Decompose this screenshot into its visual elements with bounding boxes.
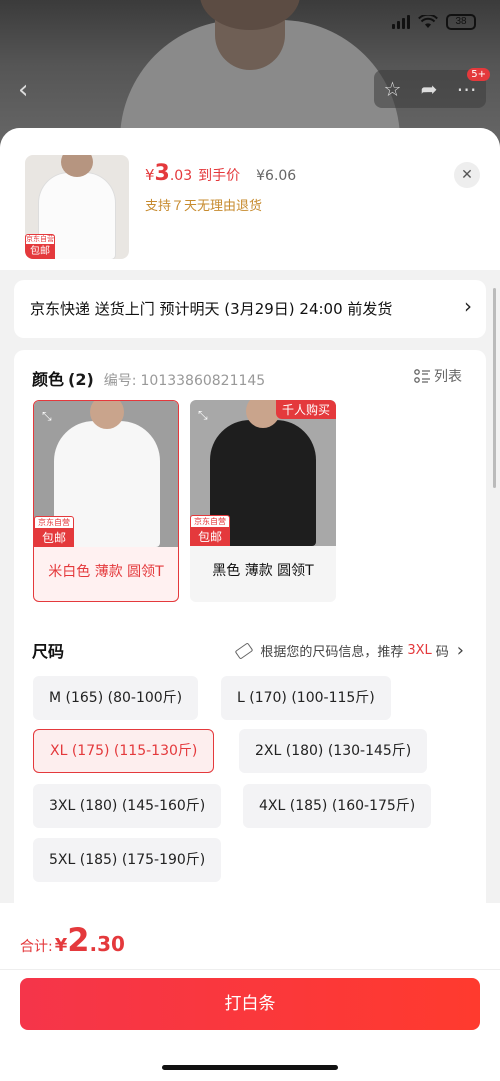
original-price: ¥6.06 [256,168,297,184]
total-integer: 2 [67,921,90,959]
size-option[interactable]: 2XL (180) (130-145斤) [239,729,428,773]
wifi-icon [418,15,438,28]
total-price: 合计: ¥ 2 .30 [20,921,125,959]
color-header: 颜色 (2) 编号: 10133860821145 [32,366,265,390]
price-currency: ¥ [145,166,155,184]
return-policy: 支持７天无理由退货 [145,199,263,214]
color-title: 颜色 [32,370,65,389]
size-option[interactable]: 4XL (185) (160-175斤) [243,784,432,828]
size-recommendation[interactable]: 根据您的尺码信息，推荐 3XL 码 › [234,640,464,661]
home-indicator[interactable] [162,1065,338,1070]
rec-suffix: 码 [435,645,449,660]
chevron-right-icon: › [464,294,472,318]
ruler-icon [234,641,254,660]
sku-label: 编号: [103,373,137,389]
sku-number: 10133860821145 [140,373,266,389]
favorite-star-icon[interactable]: ☆ [384,77,402,101]
divider [0,969,500,970]
share-icon[interactable]: ➦ [421,77,438,101]
chevron-right-icon: › [456,640,464,661]
price-row: ¥ 3 .03 到手价 ¥6.06 [145,161,296,186]
list-view-toggle[interactable]: 列表 [414,366,462,386]
total-decimal: .30 [89,932,125,956]
price-integer: 3 [154,161,170,186]
free-shipping-tag: 包邮 [25,245,55,259]
rec-size: 3XL [407,643,432,658]
price-decimal: .03 [169,168,193,184]
free-shipping-tag: 包邮 [190,528,230,546]
free-shipping-tag: 包邮 [34,529,74,547]
rec-prefix: 根据您的尺码信息，推荐 [260,645,404,660]
checkout-bar: 合计: ¥ 2 .30 打白条 [0,903,500,1081]
status-bar: 38 [392,14,476,30]
battery-icon: 38 [446,14,476,30]
color-swatch-white[interactable]: ⤡ 京东自营 包邮 米白色 薄款 圆领T [33,400,179,602]
jd-self-operated-tag: 京东自营 [34,516,74,529]
list-icon [414,369,430,383]
size-option[interactable]: L (170) (100-115斤) [221,676,391,720]
signal-icon [392,15,410,29]
expand-icon[interactable]: ⤡ [198,408,208,423]
price-tag-label: 到手价 [198,168,241,184]
size-option[interactable]: M (165) (80-100斤) [33,676,199,720]
shipping-text: 京东快递 送货上门 预计明天 (3月29日) 24:00 前发货 [30,300,393,318]
message-badge: 5+ [467,68,490,81]
color-swatch-black[interactable]: ⤡ 千人购买 京东自营 包邮 黑色 薄款 圆领T [190,400,336,602]
size-option[interactable]: 5XL (185) (175-190斤) [33,838,222,882]
swatch-label: 米白色 薄款 圆领T [48,564,164,580]
size-option[interactable]: 3XL (180) (145-160斤) [33,784,222,828]
jd-self-operated-tag: 京东自营 [190,515,230,528]
jd-self-operated-tag: 京东自营 [25,234,55,245]
list-label: 列表 [434,369,462,385]
total-label: 合计: [20,939,53,955]
expand-icon[interactable]: ⤡ [42,409,52,424]
swatch-label: 黑色 薄款 圆领T [212,563,314,579]
close-button[interactable]: ✕ [454,162,480,188]
product-thumbnail[interactable]: 京东自营 包邮 [25,155,129,259]
popular-tag: 千人购买 [275,400,336,419]
color-count: (2) [68,370,94,389]
back-button[interactable]: ‹ [18,76,46,104]
size-option-selected[interactable]: XL (175) (115-130斤) [33,729,215,773]
size-title: 尺码 [32,642,65,661]
baitiao-pay-button[interactable]: 打白条 [20,978,480,1030]
shipping-info[interactable]: 京东快递 送货上门 预计明天 (3月29日) 24:00 前发货 › [14,280,486,338]
scrollbar[interactable] [493,288,496,488]
product-summary: 京东自营 包邮 ¥ 3 .03 到手价 ¥6.06 支持７天无理由退货 ✕ [0,128,500,270]
total-currency: ¥ [54,935,68,956]
